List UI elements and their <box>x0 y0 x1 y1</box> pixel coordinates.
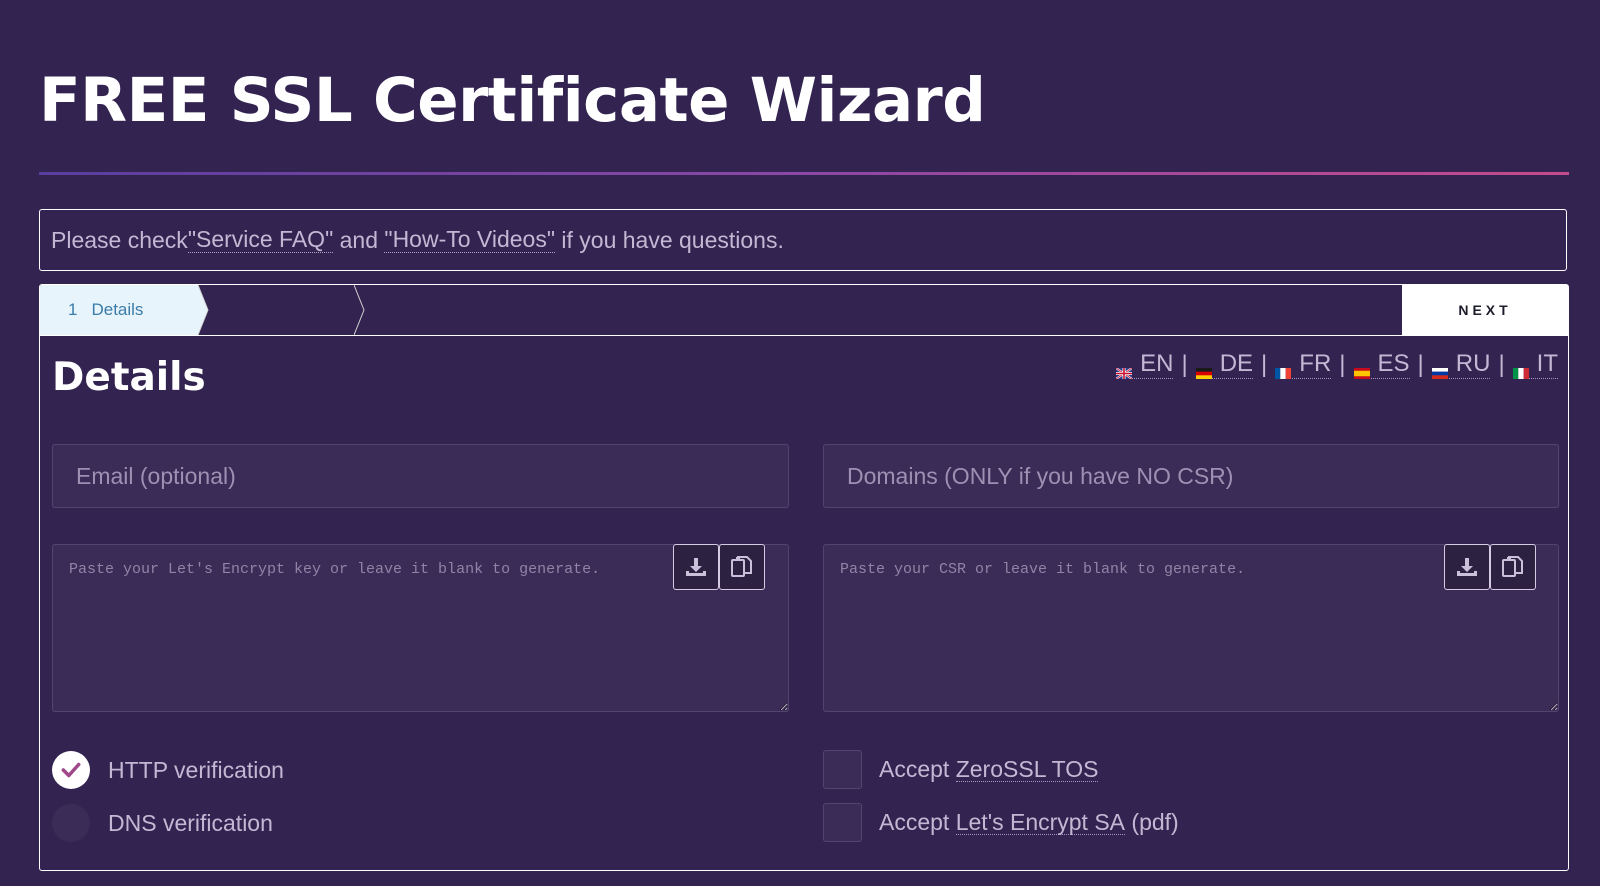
http-verification-option[interactable]: HTTP verification <box>52 751 284 789</box>
step-certificate[interactable]: 3 Certificate <box>320 285 532 335</box>
language-code: EN <box>1140 350 1174 378</box>
language-de[interactable]: DE <box>1195 350 1254 379</box>
language-separator: | <box>1417 351 1424 378</box>
copy-icon <box>1502 556 1523 577</box>
title-divider <box>39 172 1569 175</box>
download-icon <box>1457 558 1477 576</box>
checkmark-icon <box>61 762 81 778</box>
step-label: Details <box>91 300 144 319</box>
step-separator <box>354 285 365 335</box>
dns-verification-label: DNS verification <box>108 809 273 836</box>
france-flag-icon <box>1275 359 1292 379</box>
steps-divider <box>40 335 1568 336</box>
accept-zerossl-checkbox[interactable] <box>823 750 862 789</box>
language-separator: | <box>1498 351 1505 378</box>
download-icon <box>686 558 706 576</box>
info-middle: and <box>333 226 385 253</box>
csr-textarea-wrapper <box>823 544 1559 712</box>
domains-input[interactable] <box>823 444 1559 508</box>
accept-zerossl-option[interactable]: Accept ZeroSSL TOS <box>823 750 1099 789</box>
email-input[interactable] <box>52 444 789 508</box>
service-faq-link[interactable]: "Service FAQ" <box>187 227 334 253</box>
copy-csr-button[interactable] <box>1490 544 1536 590</box>
italy-flag-icon <box>1512 359 1529 379</box>
language-it[interactable]: IT <box>1512 350 1558 379</box>
russia-flag-icon <box>1431 359 1448 379</box>
copy-icon <box>731 556 752 577</box>
germany-flag-icon <box>1195 359 1212 379</box>
language-es[interactable]: ES <box>1353 350 1410 379</box>
language-switcher: EN | DE | FR | ES | RU | IT <box>1115 350 1558 380</box>
language-separator: | <box>1339 351 1346 378</box>
step-separator <box>198 285 209 335</box>
info-prefix: Please check <box>51 226 188 253</box>
language-code: IT <box>1536 350 1558 378</box>
language-ru[interactable]: RU <box>1431 350 1491 379</box>
step-details[interactable]: 1 Details <box>40 285 208 335</box>
language-separator: | <box>1261 351 1268 378</box>
accept-letsencrypt-option[interactable]: Accept Let's Encrypt SA (pdf) <box>823 803 1179 842</box>
next-button[interactable]: NEXT <box>1402 285 1568 335</box>
language-fr[interactable]: FR <box>1275 350 1332 379</box>
pdf-note: (pdf) <box>1125 809 1179 835</box>
how-to-videos-link[interactable]: "How-To Videos" <box>384 227 555 253</box>
language-separator: | <box>1181 351 1188 378</box>
uk-flag-icon <box>1115 359 1133 380</box>
step-label: Certificate <box>419 300 496 319</box>
http-verification-label: HTTP verification <box>108 756 284 783</box>
page: FREE SSL Certificate Wizard Please check… <box>0 0 1600 886</box>
spain-flag-icon <box>1353 359 1370 379</box>
step-label: Verification <box>259 300 343 319</box>
page-title: FREE SSL Certificate Wizard <box>39 65 986 136</box>
language-code: DE <box>1219 350 1254 378</box>
language-code: FR <box>1299 350 1332 378</box>
language-en[interactable]: EN <box>1115 350 1174 380</box>
wizard-panel: 1 Details 2 Verification 3 Certificate N… <box>39 284 1569 871</box>
zerossl-tos-link[interactable]: ZeroSSL TOS <box>955 757 1099 783</box>
download-csr-button[interactable] <box>1444 544 1490 590</box>
step-number: 2 <box>236 300 246 319</box>
step-number: 3 <box>396 300 406 319</box>
http-verification-radio[interactable] <box>52 751 90 789</box>
key-textarea-wrapper <box>52 544 789 712</box>
accept-letsencrypt-checkbox[interactable] <box>823 803 862 842</box>
download-key-button[interactable] <box>673 544 719 590</box>
accept-prefix: Accept <box>879 756 956 782</box>
dns-verification-option[interactable]: DNS verification <box>52 804 273 842</box>
letsencrypt-sa-link[interactable]: Let's Encrypt SA <box>955 810 1126 836</box>
info-notice: Please check "Service FAQ" and "How-To V… <box>39 209 1567 271</box>
section-title: Details <box>52 355 206 400</box>
step-number: 1 <box>68 300 78 319</box>
wizard-steps: 1 Details 2 Verification 3 Certificate N… <box>40 285 1568 336</box>
accept-prefix: Accept <box>879 809 956 835</box>
dns-verification-radio[interactable] <box>52 804 90 842</box>
language-code: RU <box>1455 350 1491 378</box>
language-code: ES <box>1377 350 1410 378</box>
info-suffix: if you have questions. <box>555 226 784 253</box>
copy-key-button[interactable] <box>719 544 765 590</box>
